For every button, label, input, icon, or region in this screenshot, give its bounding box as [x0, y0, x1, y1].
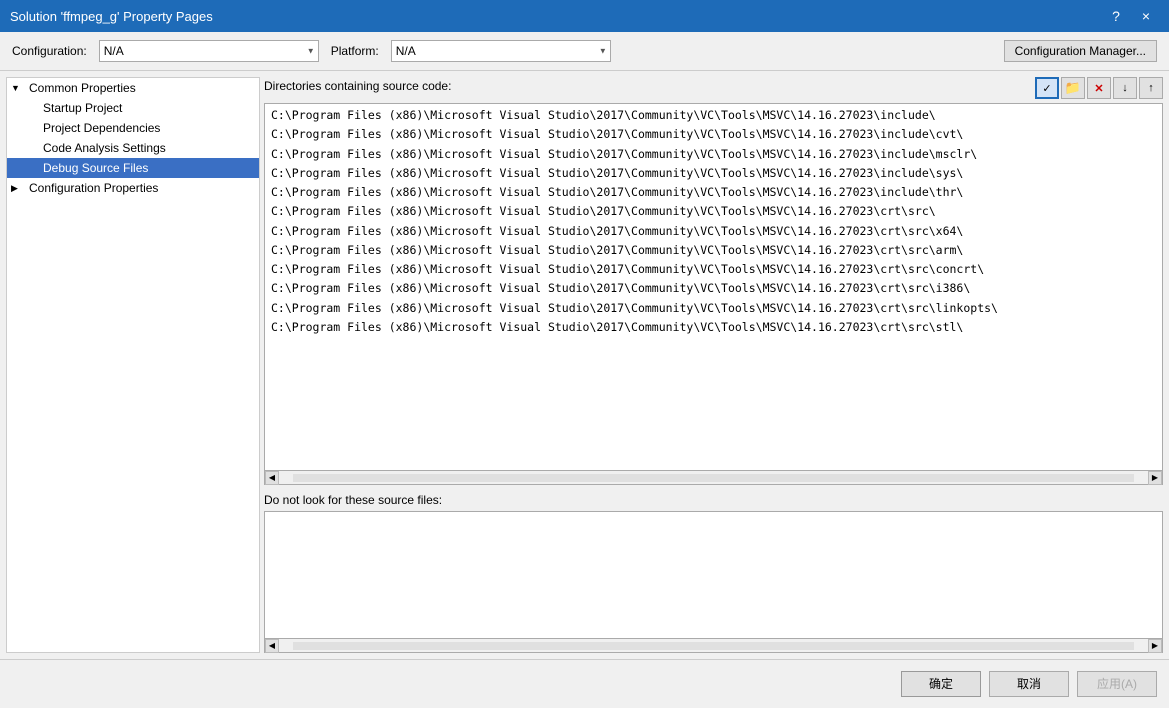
hscroll-track[interactable]: [293, 474, 1134, 482]
configuration-select-wrapper[interactable]: N/A: [99, 40, 319, 62]
donot-hscroll-left[interactable]: ◀: [265, 639, 279, 653]
dir-toolbar: ✓ 📁 ✕ ↓ ↑: [1035, 77, 1163, 99]
cancel-button[interactable]: 取消: [989, 671, 1069, 697]
dir-header: Directories containing source code: ✓ 📁 …: [264, 77, 1163, 99]
sidebar-item-configuration-properties[interactable]: ▶Configuration Properties: [7, 178, 259, 198]
platform-select[interactable]: N/A: [391, 40, 611, 62]
directories-section: Directories containing source code: ✓ 📁 …: [264, 77, 1163, 485]
donot-hscrollbar[interactable]: ◀ ▶: [264, 639, 1163, 653]
list-item[interactable]: C:\Program Files (x86)\Microsoft Visual …: [265, 241, 1162, 260]
checkmark-button[interactable]: ✓: [1035, 77, 1059, 99]
list-item[interactable]: C:\Program Files (x86)\Microsoft Visual …: [265, 260, 1162, 279]
list-item[interactable]: C:\Program Files (x86)\Microsoft Visual …: [265, 222, 1162, 241]
donot-section: Do not look for these source files: ◀ ▶: [264, 493, 1163, 653]
directories-label: Directories containing source code:: [264, 79, 451, 93]
configuration-label: Configuration:: [12, 44, 87, 58]
sidebar-item-startup-project[interactable]: Startup Project: [7, 98, 259, 118]
confirm-button[interactable]: 确定: [901, 671, 981, 697]
sidebar-item-label: Code Analysis Settings: [43, 141, 166, 155]
expander-icon: ▶: [11, 183, 27, 194]
directories-list: C:\Program Files (x86)\Microsoft Visual …: [265, 104, 1162, 339]
platform-label: Platform:: [331, 44, 379, 58]
sidebar: ▼Common Properties Startup Project Project…: [6, 77, 260, 653]
sidebar-item-label: Configuration Properties: [29, 181, 158, 195]
title-bar-controls: ? ×: [1103, 5, 1159, 27]
list-item[interactable]: C:\Program Files (x86)\Microsoft Visual …: [265, 202, 1162, 221]
dir-hscrollbar[interactable]: ◀ ▶: [264, 471, 1163, 485]
list-item[interactable]: C:\Program Files (x86)\Microsoft Visual …: [265, 279, 1162, 298]
hscroll-right-button[interactable]: ▶: [1148, 471, 1162, 485]
help-button[interactable]: ?: [1103, 5, 1129, 27]
configuration-select[interactable]: N/A: [99, 40, 319, 62]
expander-icon: ▼: [11, 83, 27, 93]
bottom-bar: 确定 取消 应用(A): [0, 659, 1169, 707]
list-item[interactable]: C:\Program Files (x86)\Microsoft Visual …: [265, 183, 1162, 202]
folder-icon: 📁: [1065, 80, 1081, 96]
right-panel: Directories containing source code: ✓ 📁 …: [264, 77, 1163, 653]
sidebar-item-project-dependencies[interactable]: Project Dependencies: [7, 118, 259, 138]
sidebar-item-label: Project Dependencies: [43, 121, 160, 135]
delete-icon: ✕: [1094, 82, 1103, 95]
list-item[interactable]: C:\Program Files (x86)\Microsoft Visual …: [265, 145, 1162, 164]
sidebar-item-label: Startup Project: [43, 101, 122, 115]
main-content: ▼Common Properties Startup Project Project…: [0, 71, 1169, 659]
sidebar-item-label: Debug Source Files: [43, 161, 148, 175]
delete-button[interactable]: ✕: [1087, 77, 1111, 99]
directories-list-container[interactable]: C:\Program Files (x86)\Microsoft Visual …: [264, 103, 1163, 471]
donot-hscroll-track[interactable]: [293, 642, 1134, 650]
platform-select-wrapper[interactable]: N/A: [391, 40, 611, 62]
list-item[interactable]: C:\Program Files (x86)\Microsoft Visual …: [265, 299, 1162, 318]
donot-list-container[interactable]: [264, 511, 1163, 639]
folder-button[interactable]: 📁: [1061, 77, 1085, 99]
apply-button[interactable]: 应用(A): [1077, 671, 1157, 697]
donot-hscroll-right[interactable]: ▶: [1148, 639, 1162, 653]
arrow-up-icon: ↑: [1148, 82, 1154, 94]
config-manager-button[interactable]: Configuration Manager...: [1004, 40, 1157, 62]
close-button[interactable]: ×: [1133, 5, 1159, 27]
title-bar: Solution 'ffmpeg_g' Property Pages ? ×: [0, 0, 1169, 32]
config-bar: Configuration: N/A Platform: N/A Configu…: [0, 32, 1169, 71]
sidebar-item-label: Common Properties: [29, 81, 136, 95]
checkmark-icon: ✓: [1042, 82, 1051, 95]
dialog-title: Solution 'ffmpeg_g' Property Pages: [10, 9, 213, 24]
arrow-down-icon: ↓: [1122, 82, 1128, 94]
list-item[interactable]: C:\Program Files (x86)\Microsoft Visual …: [265, 164, 1162, 183]
sidebar-item-debug-source-files[interactable]: Debug Source Files: [7, 158, 259, 178]
list-item[interactable]: C:\Program Files (x86)\Microsoft Visual …: [265, 106, 1162, 125]
donot-label: Do not look for these source files:: [264, 493, 1163, 507]
list-item[interactable]: C:\Program Files (x86)\Microsoft Visual …: [265, 318, 1162, 337]
hscroll-left-button[interactable]: ◀: [265, 471, 279, 485]
sidebar-item-code-analysis-settings[interactable]: Code Analysis Settings: [7, 138, 259, 158]
move-down-button[interactable]: ↓: [1113, 77, 1137, 99]
sidebar-item-common-properties[interactable]: ▼Common Properties: [7, 78, 259, 98]
list-item[interactable]: C:\Program Files (x86)\Microsoft Visual …: [265, 125, 1162, 144]
move-up-button[interactable]: ↑: [1139, 77, 1163, 99]
